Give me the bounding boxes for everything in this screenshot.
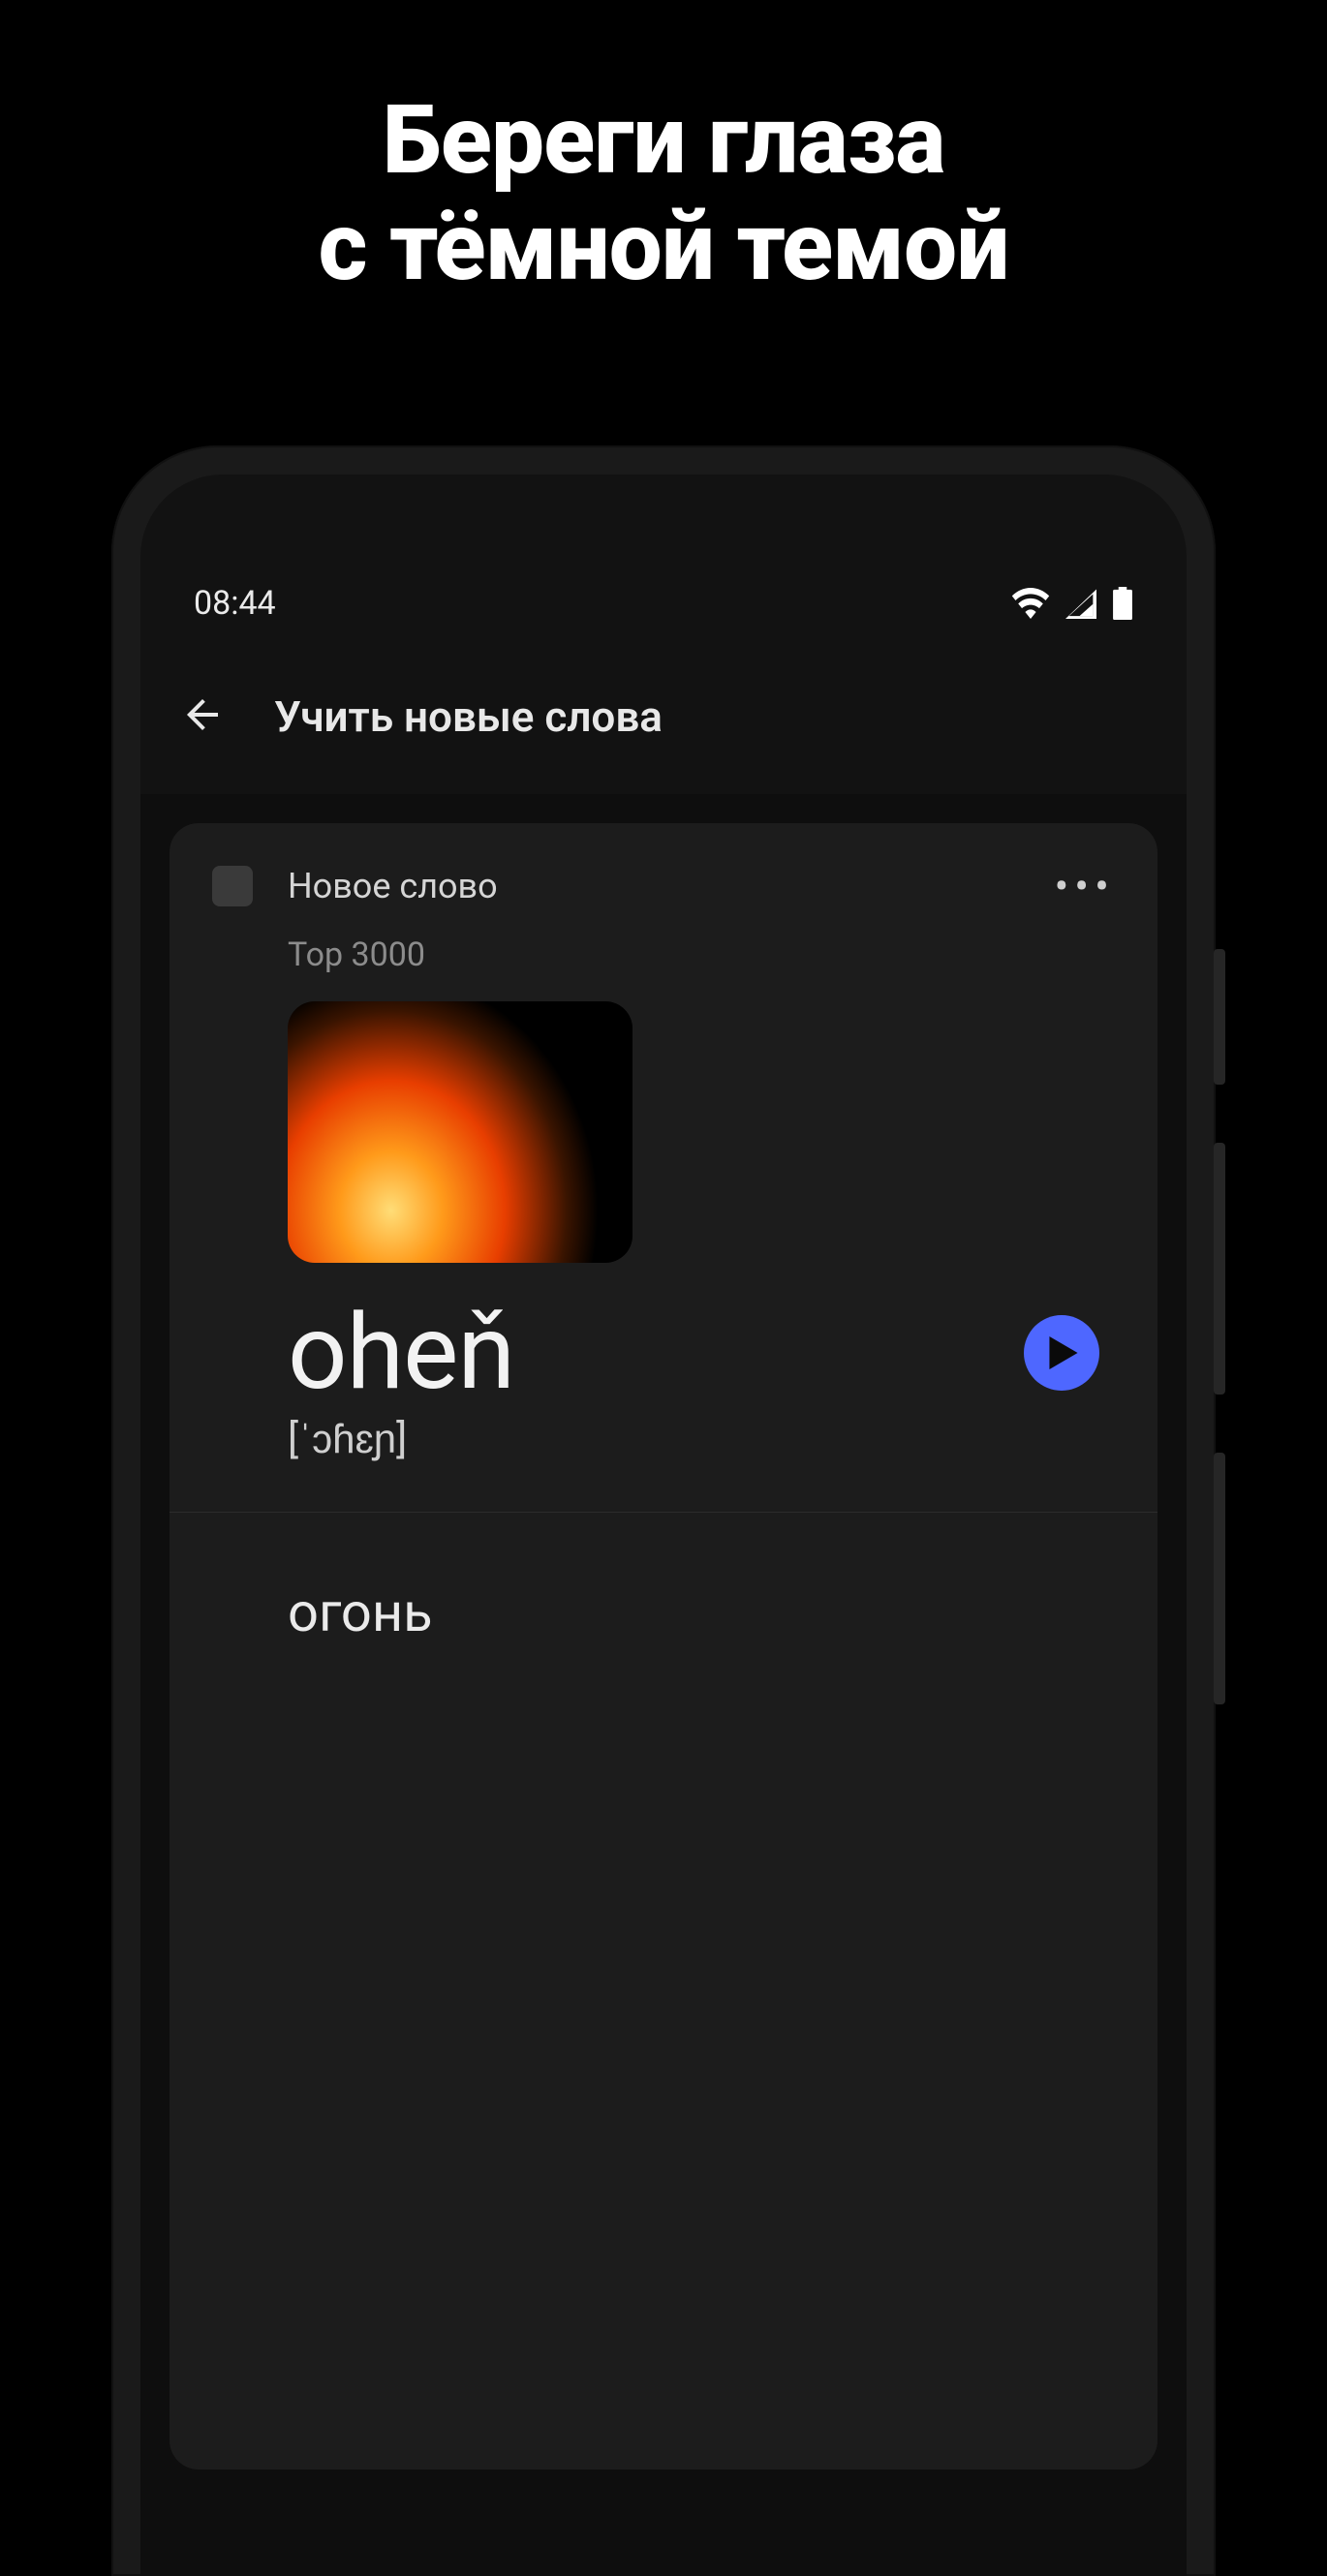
back-button[interactable] — [179, 691, 226, 742]
status-time: 08:44 — [194, 584, 276, 623]
content-area: Новое слово ••• Top 3000 oheň [ˈɔɦɛɲ] — [140, 794, 1187, 2576]
card-image-wrap — [170, 974, 1157, 1263]
card-word: oheň — [288, 1292, 514, 1414]
card-image[interactable] — [288, 1001, 633, 1263]
word-row: oheň — [170, 1263, 1157, 1414]
battery-icon — [1112, 587, 1133, 620]
play-icon — [1049, 1336, 1078, 1369]
signal-icon — [1064, 588, 1098, 619]
status-icons — [1011, 587, 1133, 620]
phone-side-button — [1214, 1143, 1225, 1395]
app-bar: Учить новые слова — [140, 659, 1187, 775]
more-icon: ••• — [1054, 861, 1115, 911]
page-title: Учить новые слова — [274, 691, 663, 742]
promo-line-2: с тёмной темой — [319, 191, 1009, 302]
card-translation: огонь — [170, 1513, 1157, 1644]
word-card: Новое слово ••• Top 3000 oheň [ˈɔɦɛɲ] — [170, 823, 1157, 2469]
promo-line-1: Береги глаза — [383, 84, 945, 196]
card-category: Top 3000 — [170, 906, 1157, 974]
card-ipa: [ˈɔɦɛɲ] — [170, 1414, 1157, 1512]
phone-frame: 08:44 Учить новые слова Новое слово ••• — [111, 445, 1216, 2576]
arrow-left-icon — [179, 691, 226, 738]
wifi-icon — [1011, 588, 1050, 619]
card-header: Новое слово ••• — [170, 823, 1157, 906]
phone-side-button — [1214, 949, 1225, 1085]
phone-screen: 08:44 Учить новые слова Новое слово ••• — [140, 475, 1187, 2576]
card-chip: Новое слово — [288, 866, 498, 906]
phone-side-button — [1214, 1453, 1225, 1704]
status-bar: 08:44 — [140, 569, 1187, 637]
promo-headline: Береги глаза с тёмной темой — [0, 0, 1327, 300]
play-audio-button[interactable] — [1024, 1315, 1099, 1391]
word-checkbox[interactable] — [212, 866, 253, 906]
